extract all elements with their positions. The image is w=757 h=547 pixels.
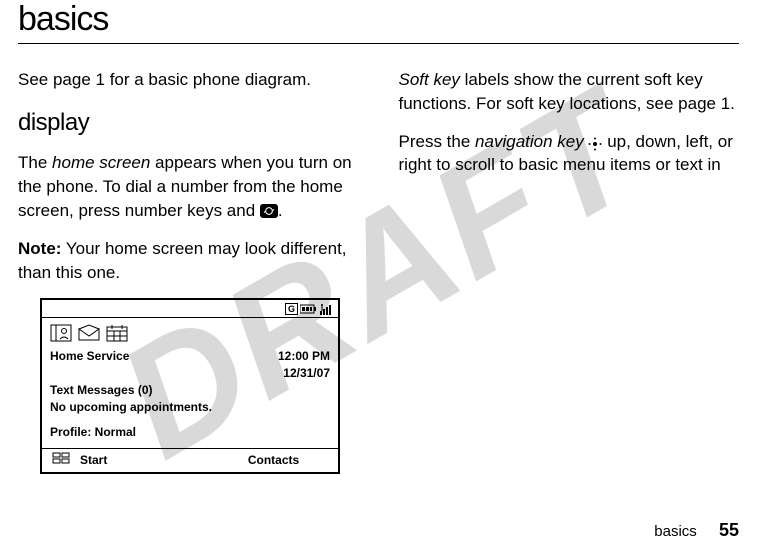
status-right: G <box>285 303 332 315</box>
soft-key-paragraph: Soft key labels show the current soft ke… <box>399 68 740 116</box>
text-messages-label: Text Messages (0) <box>50 382 330 399</box>
soft-key-bar: Start Contacts <box>42 448 338 472</box>
shortcut-icons <box>50 324 330 342</box>
text: The <box>18 153 52 172</box>
right-column: Soft key labels show the current soft ke… <box>399 68 740 474</box>
soft-key-left: Start <box>80 449 209 472</box>
page-footer: basics 55 <box>654 520 739 541</box>
soft-key-right: Contacts <box>209 449 338 472</box>
phone-screenshot: G Home Service 12:00 PM <box>40 298 340 474</box>
gprs-icon: G <box>285 303 298 315</box>
intro-paragraph: See page 1 for a basic phone diagram. <box>18 68 359 92</box>
text: . <box>278 201 283 220</box>
home-service-label: Home Service <box>50 348 129 365</box>
two-column-layout: See page 1 for a basic phone diagram. di… <box>18 68 739 474</box>
footer-section: basics <box>654 523 697 540</box>
navigation-key-term: navigation key <box>475 132 584 151</box>
calendar-shortcut-icon <box>106 324 128 342</box>
home-service-row: Home Service 12:00 PM <box>50 348 330 365</box>
appointments-label: No upcoming appointments. <box>50 399 330 416</box>
phone-status-bar: G <box>42 300 338 318</box>
text: Press the <box>399 132 476 151</box>
phone-body: Home Service 12:00 PM 12/31/07 Text Mess… <box>42 318 338 448</box>
nav-key-paragraph: Press the navigation key up, down, left,… <box>399 130 740 178</box>
soft-key-term: Soft key <box>399 70 460 89</box>
text: Your home screen may look different, tha… <box>18 239 347 282</box>
battery-icon <box>300 304 318 314</box>
date-row: 12/31/07 <box>50 365 330 382</box>
page-title: basics <box>18 0 739 44</box>
home-screen-term: home screen <box>52 153 150 172</box>
left-column: See page 1 for a basic phone diagram. di… <box>18 68 359 474</box>
contacts-shortcut-icon <box>50 324 72 342</box>
note-paragraph: Note: Your home screen may look differen… <box>18 237 359 285</box>
nav-key-icon <box>588 134 602 148</box>
messages-shortcut-icon <box>78 324 100 342</box>
page-content: basics See page 1 for a basic phone diag… <box>0 0 757 474</box>
home-soft-icon <box>42 449 80 472</box>
note-label: Note: <box>18 239 61 258</box>
date-label: 12/31/07 <box>283 365 330 382</box>
signal-icon <box>320 303 332 315</box>
time-label: 12:00 PM <box>278 348 330 365</box>
profile-label: Profile: Normal <box>50 424 330 441</box>
display-heading: display <box>18 106 359 140</box>
home-screen-paragraph: The home screen appears when you turn on… <box>18 151 359 222</box>
send-key-icon <box>260 204 278 218</box>
page-number: 55 <box>719 520 739 540</box>
